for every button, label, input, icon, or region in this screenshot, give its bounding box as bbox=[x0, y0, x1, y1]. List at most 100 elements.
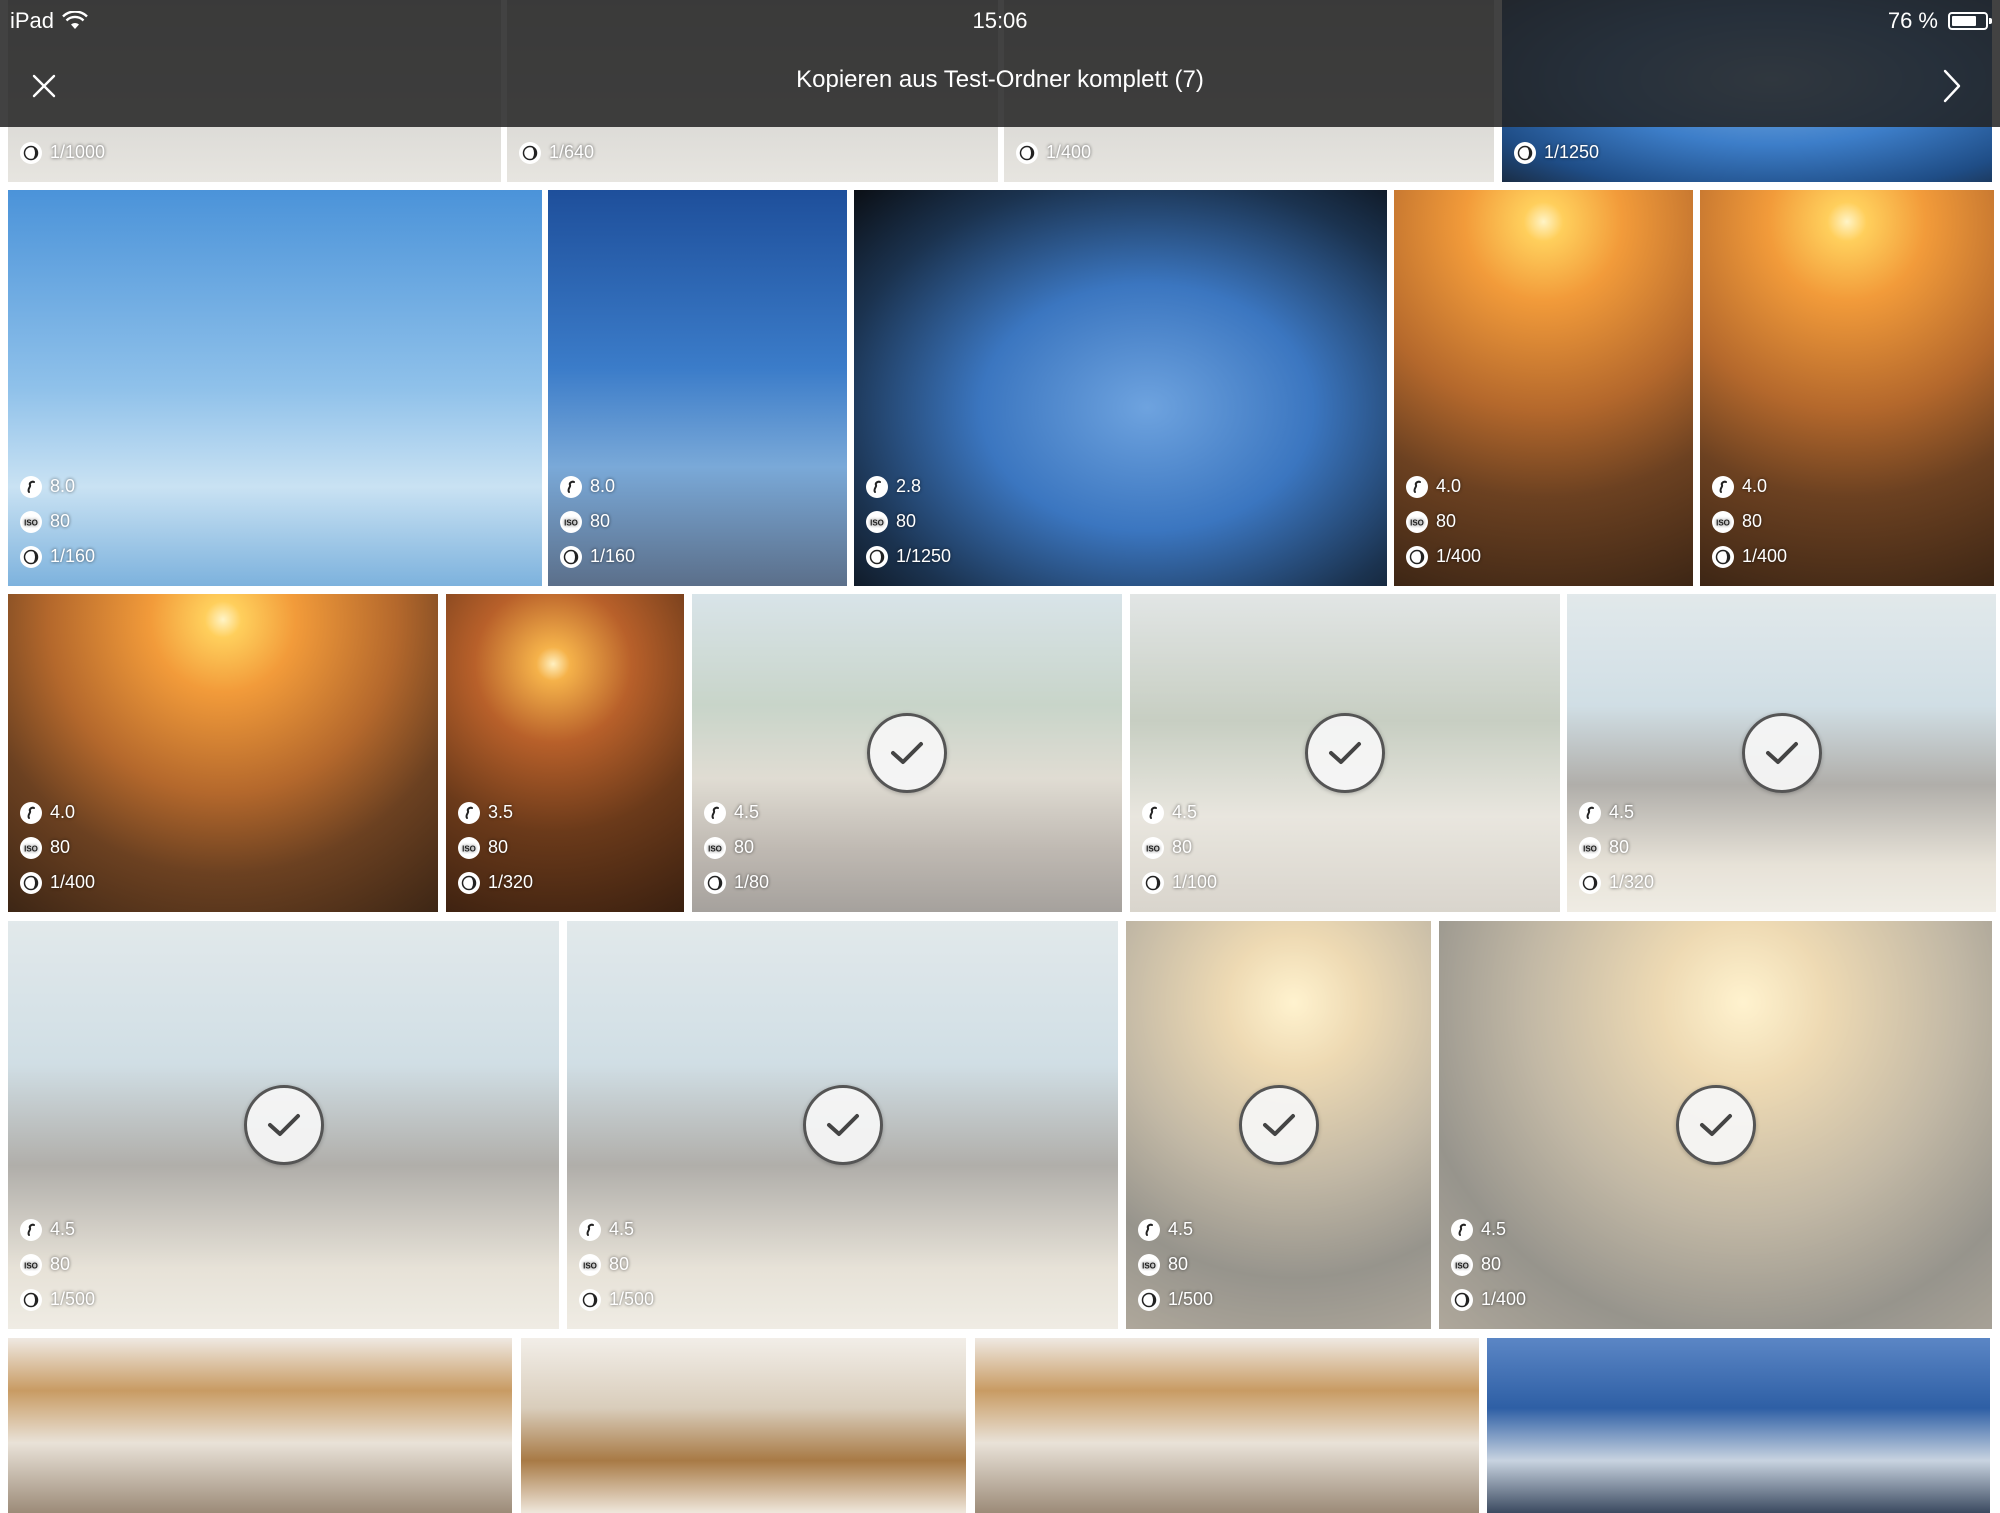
selected-checkmark[interactable] bbox=[802, 1085, 883, 1165]
selected-checkmark[interactable] bbox=[243, 1085, 324, 1165]
shutter-icon bbox=[1406, 545, 1428, 568]
shutter-icon bbox=[1138, 1288, 1160, 1311]
exif-info: 8.0 ISO 80 1/160 bbox=[560, 469, 635, 574]
page-title: Kopieren aus Test-Ordner komplett (7) bbox=[796, 66, 1204, 93]
exif-aperture-value: 4.5 bbox=[609, 1219, 635, 1239]
next-button[interactable] bbox=[1928, 62, 1976, 110]
selected-checkmark[interactable] bbox=[1305, 713, 1385, 793]
shutter-icon bbox=[704, 871, 726, 894]
exif-shutter: 1/500 bbox=[20, 1282, 95, 1317]
photo-tile[interactable]: 8.0 ISO 80 1/160 bbox=[8, 190, 542, 586]
exif-iso-value: 80 bbox=[50, 837, 71, 857]
exif-aperture: 4.0 bbox=[1712, 469, 1787, 504]
exif-shutter: 1/320 bbox=[458, 865, 533, 900]
exif-shutter: 1/1000 bbox=[20, 135, 105, 170]
exif-shutter-value: 1/100 bbox=[1172, 872, 1218, 892]
aperture-icon bbox=[579, 1218, 601, 1241]
photo-tile[interactable]: 4.5 ISO 80 1/500 bbox=[567, 921, 1118, 1329]
aperture-icon bbox=[1406, 475, 1428, 498]
exif-iso-value: 80 bbox=[1168, 1254, 1189, 1274]
iso-icon: ISO bbox=[579, 1253, 601, 1276]
shutter-icon bbox=[560, 545, 582, 568]
exif-shutter-value: 1/320 bbox=[1609, 872, 1655, 892]
exif-info: 4.5 ISO 80 1/320 bbox=[1579, 795, 1654, 900]
exif-iso: ISO 80 bbox=[579, 1247, 654, 1282]
aperture-icon bbox=[704, 801, 726, 824]
exif-shutter-value: 1/400 bbox=[50, 872, 96, 892]
selected-checkmark[interactable] bbox=[1238, 1085, 1319, 1165]
iso-icon: ISO bbox=[1451, 1253, 1473, 1276]
exif-iso: ISO 80 bbox=[704, 830, 769, 865]
iso-icon: ISO bbox=[1579, 836, 1601, 859]
exif-shutter: 1/80 bbox=[704, 865, 769, 900]
photo-tile[interactable] bbox=[975, 1338, 1479, 1513]
shutter-icon bbox=[1712, 545, 1734, 568]
battery-icon bbox=[1948, 12, 1992, 30]
svg-text:ISO: ISO bbox=[24, 844, 38, 853]
exif-aperture: 8.0 bbox=[560, 469, 635, 504]
exif-shutter: 1/1250 bbox=[866, 539, 951, 574]
photo-tile[interactable]: 4.5 ISO 80 1/400 bbox=[1439, 921, 1992, 1329]
photo-tile[interactable]: 4.5 ISO 80 1/320 bbox=[1567, 594, 1996, 912]
aperture-icon bbox=[20, 1218, 42, 1241]
exif-shutter-value: 1/1000 bbox=[50, 142, 106, 162]
photo-tile[interactable] bbox=[521, 1338, 966, 1513]
iso-icon: ISO bbox=[20, 836, 42, 859]
svg-text:ISO: ISO bbox=[24, 1261, 38, 1270]
exif-iso-value: 80 bbox=[1481, 1254, 1502, 1274]
svg-text:ISO: ISO bbox=[1716, 518, 1730, 527]
selected-checkmark[interactable] bbox=[867, 713, 947, 793]
exif-iso: ISO 80 bbox=[1138, 1247, 1213, 1282]
aperture-icon bbox=[1712, 475, 1734, 498]
aperture-icon bbox=[1138, 1218, 1160, 1241]
iso-icon: ISO bbox=[560, 510, 582, 533]
photo-tile[interactable]: 4.5 ISO 80 1/100 bbox=[1130, 594, 1560, 912]
chevron-right-icon bbox=[1943, 69, 1961, 103]
iso-icon: ISO bbox=[458, 836, 480, 859]
iso-icon: ISO bbox=[866, 510, 888, 533]
photo-tile[interactable]: 4.5 ISO 80 1/500 bbox=[1126, 921, 1431, 1329]
exif-aperture: 4.5 bbox=[1142, 795, 1217, 830]
aperture-icon bbox=[20, 475, 42, 498]
svg-text:ISO: ISO bbox=[1142, 1261, 1156, 1270]
checkmark-icon bbox=[267, 1114, 300, 1136]
exif-shutter: 1/400 bbox=[1406, 539, 1481, 574]
exif-info: 4.0 ISO 80 1/400 bbox=[1712, 469, 1787, 574]
exif-iso-value: 80 bbox=[590, 511, 611, 531]
exif-iso: ISO 80 bbox=[458, 830, 533, 865]
aperture-icon bbox=[20, 801, 42, 824]
exif-shutter: 1/400 bbox=[1451, 1282, 1526, 1317]
exif-iso: ISO 80 bbox=[20, 504, 95, 539]
photo-tile[interactable] bbox=[1487, 1338, 1990, 1513]
photo-tile[interactable] bbox=[8, 1338, 512, 1513]
svg-text:ISO: ISO bbox=[1410, 518, 1424, 527]
photo-tile[interactable]: 4.0 ISO 80 1/400 bbox=[1394, 190, 1693, 586]
photo-tile[interactable]: 4.5 ISO 80 1/80 bbox=[692, 594, 1122, 912]
shutter-icon bbox=[1451, 1288, 1473, 1311]
photo-tile[interactable]: 2.8 ISO 80 1/1250 bbox=[854, 190, 1387, 586]
exif-aperture-value: 4.0 bbox=[1436, 476, 1462, 496]
exif-iso-value: 80 bbox=[50, 1254, 71, 1274]
photo-tile[interactable]: 3.5 ISO 80 1/320 bbox=[446, 594, 684, 912]
exif-shutter-value: 1/500 bbox=[1168, 1289, 1214, 1309]
exif-info: 2.8 ISO 80 1/1250 bbox=[866, 469, 951, 574]
exif-aperture: 4.0 bbox=[20, 795, 95, 830]
photo-tile[interactable]: 4.0 ISO 80 1/400 bbox=[8, 594, 438, 912]
shutter-icon bbox=[20, 141, 42, 164]
selected-checkmark[interactable] bbox=[1741, 713, 1822, 793]
photo-tile[interactable]: 4.5 ISO 80 1/500 bbox=[8, 921, 559, 1329]
exif-aperture: 4.5 bbox=[579, 1212, 654, 1247]
exif-shutter-value: 1/320 bbox=[488, 872, 534, 892]
iso-icon: ISO bbox=[20, 1253, 42, 1276]
exif-info: 4.5 ISO 80 1/80 bbox=[704, 795, 769, 900]
exif-shutter-value: 1/1250 bbox=[896, 546, 952, 566]
selected-checkmark[interactable] bbox=[1675, 1085, 1756, 1165]
exif-shutter-value: 1/500 bbox=[50, 1289, 96, 1309]
status-bar: iPad 15:06 76 % bbox=[0, 0, 2000, 40]
exif-info: 4.5 ISO 80 1/500 bbox=[20, 1212, 95, 1317]
photo-tile[interactable]: 8.0 ISO 80 1/160 bbox=[548, 190, 847, 586]
exif-shutter: 1/500 bbox=[579, 1282, 654, 1317]
photo-grid: ISO 1/1000 ISO 1/640 ISO 1/400 ISO 1/1250 8.0 ISO… bbox=[0, 0, 2000, 1513]
photo-tile[interactable]: 4.0 ISO 80 1/400 bbox=[1700, 190, 1994, 586]
checkmark-icon bbox=[826, 1114, 859, 1136]
